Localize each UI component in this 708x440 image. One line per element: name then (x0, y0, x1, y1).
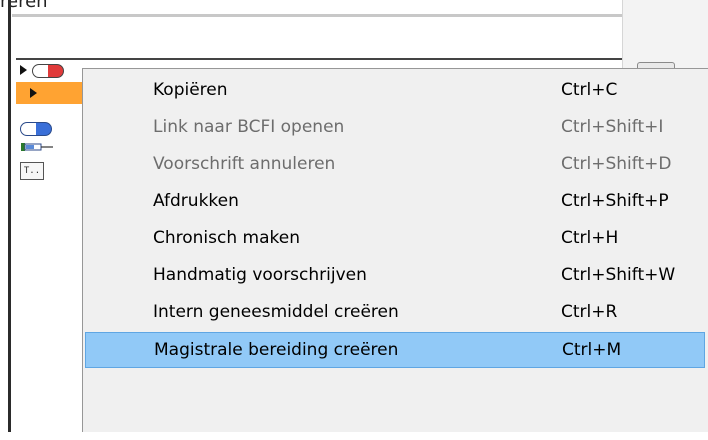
menu-item-print[interactable]: Afdrukken Ctrl+Shift+P (85, 184, 705, 220)
list-item-selected[interactable] (16, 82, 84, 104)
menu-item-label: Chronisch maken (153, 228, 300, 248)
context-menu: Kopiëren Ctrl+C Link naar BCFI openen Ct… (82, 68, 708, 432)
menu-item-shortcut: Ctrl+Shift+I (561, 117, 664, 137)
menu-item-shortcut: Ctrl+Shift+D (561, 154, 672, 174)
menu-item-shortcut: Ctrl+H (561, 228, 619, 248)
menu-item-label: Intern geneesmiddel creëren (153, 302, 399, 322)
menu-item-label: Voorschrift annuleren (153, 154, 336, 174)
menu-item-create-internal-medicine[interactable]: Intern geneesmiddel creëren Ctrl+R (85, 295, 705, 331)
menu-item-shortcut: Ctrl+C (561, 80, 618, 100)
menu-item-label: Link naar BCFI openen (153, 117, 345, 137)
menu-item-shortcut: Ctrl+M (562, 340, 622, 360)
capsule-red-icon (32, 64, 64, 78)
menu-item-create-magistral-preparation[interactable]: Magistrale bereiding creëren Ctrl+M (85, 332, 705, 368)
syringe-icon (21, 143, 53, 151)
menu-item-label: Afdrukken (153, 191, 239, 211)
menu-item-label: Kopiëren (153, 80, 228, 100)
menu-item-shortcut: Ctrl+R (561, 302, 618, 322)
menu-item-manual-prescribe[interactable]: Handmatig voorschrijven Ctrl+Shift+W (85, 258, 705, 294)
window-left-border (8, 0, 11, 432)
menu-item-label: Handmatig voorschrijven (153, 265, 367, 285)
menu-item-cancel-prescription[interactable]: Voorschrift annuleren Ctrl+Shift+D (85, 147, 705, 183)
document-icon: T.. (20, 162, 44, 180)
row-pointer-icon (30, 88, 37, 98)
menu-item-copy[interactable]: Kopiëren Ctrl+C (85, 73, 705, 109)
menu-item-label: Magistrale bereiding creëren (154, 340, 399, 360)
capsule-blue-icon (20, 122, 52, 136)
menu-item-shortcut: Ctrl+Shift+W (561, 265, 676, 285)
top-toolbar-strip (12, 0, 622, 17)
expand-arrow-icon[interactable] (20, 65, 27, 75)
menu-item-make-chronic[interactable]: Chronisch maken Ctrl+H (85, 221, 705, 257)
menu-item-shortcut: Ctrl+Shift+P (561, 191, 669, 211)
menu-item-open-bcfi-link[interactable]: Link naar BCFI openen Ctrl+Shift+I (85, 110, 705, 146)
